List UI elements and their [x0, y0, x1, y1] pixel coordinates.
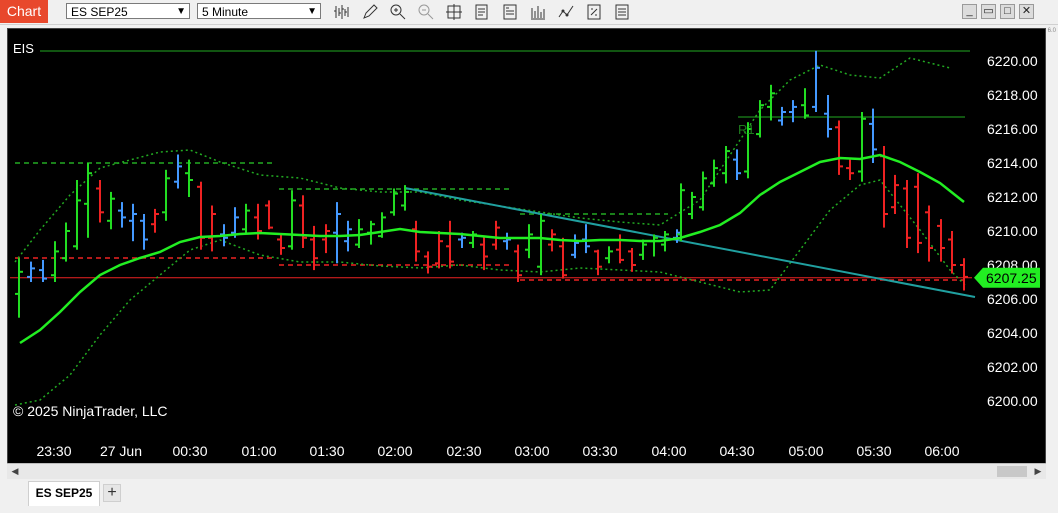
time-tick-label: 04:30 — [719, 443, 754, 459]
title-bar: Chart ES SEP25 ▼ 5 Minute ▼ _ ▭ □ ✕ — [0, 0, 1058, 25]
price-chart[interactable]: R1 EIS © 2025 NinjaTrader, LLC 6220.00 6218.… — [8, 29, 1045, 478]
minimize-button[interactable]: _ — [962, 4, 977, 19]
horizontal-scrollbar[interactable]: ◀ ▶ — [7, 463, 1046, 479]
price-tick-label: 6218.00 — [987, 87, 1038, 103]
time-tick-label: 01:30 — [309, 443, 344, 459]
zoom-out-icon[interactable] — [417, 3, 435, 21]
chart-menu-button[interactable]: Chart — [0, 0, 48, 23]
time-tick-label: 03:30 — [582, 443, 617, 459]
scroll-right-arrow-icon[interactable]: ▶ — [1030, 464, 1046, 479]
indicators-icon[interactable] — [529, 3, 547, 21]
time-tick-label: 03:00 — [514, 443, 549, 459]
scroll-thumb[interactable] — [997, 466, 1027, 477]
instrument-selector[interactable]: ES SEP25 ▼ — [66, 3, 190, 19]
time-tick-label: 00:30 — [172, 443, 207, 459]
restore-button[interactable]: ▭ — [981, 4, 996, 19]
interval-value: 5 Minute — [202, 5, 249, 19]
price-tick-label: 6214.00 — [987, 155, 1038, 171]
instrument-label: EIS — [13, 41, 34, 56]
price-tick-label: 6216.00 — [987, 121, 1038, 137]
zoom-in-icon[interactable] — [389, 3, 407, 21]
interval-selector[interactable]: 5 Minute ▼ — [197, 3, 321, 19]
current-price-label: 6207.25 — [986, 270, 1037, 286]
trendline — [404, 187, 976, 298]
time-tick-label: 27 Jun — [100, 443, 142, 459]
price-tick-label: 6206.00 — [987, 291, 1038, 307]
drawing-pencil-icon[interactable] — [361, 3, 379, 21]
moving-average-line — [19, 153, 965, 345]
price-tick-label: 6212.00 — [987, 189, 1038, 205]
tab-es-sep25[interactable]: ES SEP25 — [28, 481, 100, 506]
time-tick-label: 23:30 — [36, 443, 71, 459]
close-button[interactable]: ✕ — [1019, 4, 1034, 19]
time-tick-label: 05:00 — [788, 443, 823, 459]
properties-icon[interactable] — [501, 3, 519, 21]
chevron-down-icon: ▼ — [176, 6, 186, 17]
price-tick-label: 6202.00 — [987, 359, 1038, 375]
bar-type-icon[interactable] — [333, 3, 351, 21]
price-tick-label: 6204.00 — [987, 325, 1038, 341]
add-tab-button[interactable]: + — [103, 484, 121, 502]
time-tick-label: 04:00 — [651, 443, 686, 459]
time-tick-label: 06:00 — [924, 443, 959, 459]
price-tick-label: 6200.00 — [987, 393, 1038, 409]
corner-text: 6.0 — [1047, 28, 1056, 34]
maximize-button[interactable]: □ — [1000, 4, 1015, 19]
copyright-text: © 2025 NinjaTrader, LLC — [13, 403, 168, 419]
instrument-value: ES SEP25 — [71, 5, 128, 19]
templates-icon[interactable] — [613, 3, 631, 21]
time-tick-label: 05:30 — [856, 443, 891, 459]
scroll-left-arrow-icon[interactable]: ◀ — [7, 464, 23, 479]
r1-label: R1 — [738, 122, 755, 137]
chart-panel[interactable]: R1 EIS © 2025 NinjaTrader, LLC 6220.00 6218.… — [7, 28, 1046, 479]
chart-trader-icon[interactable] — [585, 3, 603, 21]
time-tick-label: 01:00 — [241, 443, 276, 459]
tab-bar: ES SEP25 + — [0, 480, 1058, 513]
time-tick-label: 02:00 — [377, 443, 412, 459]
data-box-icon[interactable] — [473, 3, 491, 21]
strategies-icon[interactable] — [557, 3, 575, 21]
crosshair-icon[interactable] — [445, 3, 463, 21]
chevron-down-icon: ▼ — [307, 6, 317, 17]
price-tick-label: 6220.00 — [987, 53, 1038, 69]
time-tick-label: 02:30 — [446, 443, 481, 459]
price-tick-label: 6210.00 — [987, 223, 1038, 239]
